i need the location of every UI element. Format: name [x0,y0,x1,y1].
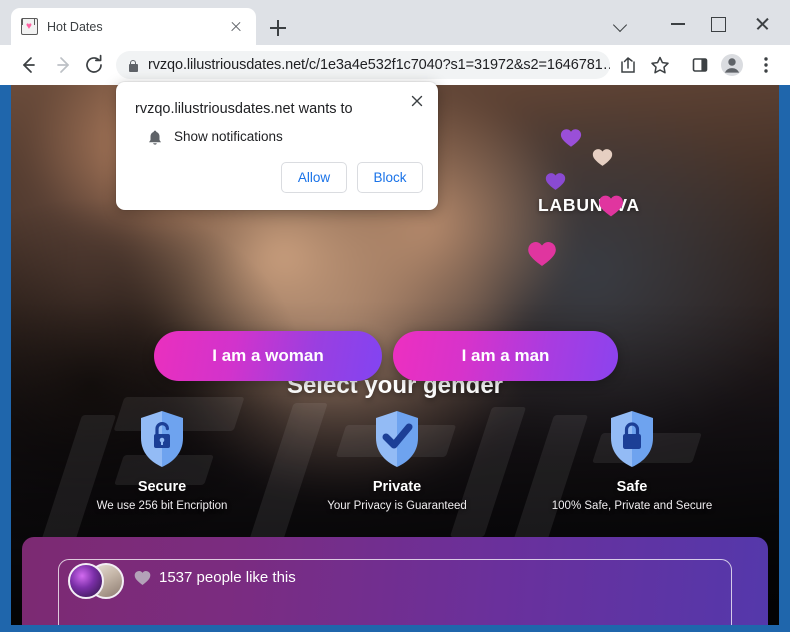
heart-icon [560,128,582,148]
profile-avatar-icon[interactable] [718,51,746,79]
heart-icon [592,148,613,167]
envelope-heart-icon: ♥ [21,18,38,35]
lock-icon[interactable] [120,52,146,78]
brand-title: LABUNAVA [538,195,640,215]
social-proof-card: 1537 people like this [22,537,768,625]
share-icon[interactable] [613,51,641,79]
browser-tab[interactable]: ♥ Hot Dates [11,8,256,45]
heart-icon [598,194,624,218]
trust-badge-private: Private Your Privacy is Guaranteed [307,410,487,512]
i-am-a-man-button[interactable]: I am a man [393,331,618,381]
back-arrow-icon[interactable] [14,51,42,79]
url-text: rvzqo.lilustriousdates.net/c/1e3a4e532f1… [148,57,610,73]
badge-title: Secure [137,479,187,495]
badge-title: Private [372,479,422,495]
star-icon[interactable] [646,51,674,79]
heart-icon [545,172,566,191]
address-bar[interactable]: rvzqo.lilustriousdates.net/c/1e3a4e532f1… [116,51,610,79]
badge-title: Safe [616,479,648,495]
browser-toolbar: rvzqo.lilustriousdates.net/c/1e3a4e532f1… [0,45,790,85]
shield-open-lock-icon [72,410,252,473]
dialog-close-icon[interactable] [406,90,428,112]
shield-closed-lock-icon [532,410,732,473]
tab-title: Hot Dates [47,19,103,34]
forward-arrow-icon [50,51,78,79]
heart-icon [134,570,151,586]
badge-subtitle: 100% Safe, Private and Secure [551,500,713,512]
permission-label: Show notifications [174,129,283,144]
bell-icon [146,129,164,147]
tab-strip: ♥ Hot Dates [0,0,790,45]
heart-icon [527,240,557,268]
browser-window: ♥ Hot Dates rvzqo.lilustriousdates.net/c… [0,0,790,632]
gender-prompt-title: Select your gender [286,372,504,399]
i-am-a-woman-button[interactable]: I am a woman [154,331,382,381]
new-tab-button[interactable] [266,16,290,40]
side-panel-icon[interactable] [686,51,714,79]
close-icon[interactable] [742,8,784,38]
trust-badge-safe: Safe 100% Safe, Private and Secure [532,410,732,512]
like-count-text: 1537 people like this [159,569,296,586]
maximize-icon[interactable] [697,8,739,38]
badge-subtitle: Your Privacy is Guaranteed [327,500,467,512]
notification-permission-dialog: rvzqo.lilustriousdates.net wants to Show… [116,82,438,210]
three-dot-menu-icon[interactable] [752,51,780,79]
allow-button[interactable]: Allow [281,162,347,193]
avatar-group [68,563,124,599]
trust-badge-secure: Secure We use 256 bit Encription [72,410,252,512]
avatar [68,563,104,599]
badge-subtitle: We use 256 bit Encription [96,500,228,512]
block-button[interactable]: Block [357,162,423,193]
dialog-title: rvzqo.lilustriousdates.net wants to [135,101,353,117]
minimize-icon[interactable] [658,8,700,38]
like-count-row: 1537 people like this [134,569,296,586]
shield-check-icon [307,410,487,473]
reload-icon[interactable] [80,51,108,79]
close-icon[interactable] [226,17,246,37]
chevron-down-icon[interactable] [602,8,644,38]
